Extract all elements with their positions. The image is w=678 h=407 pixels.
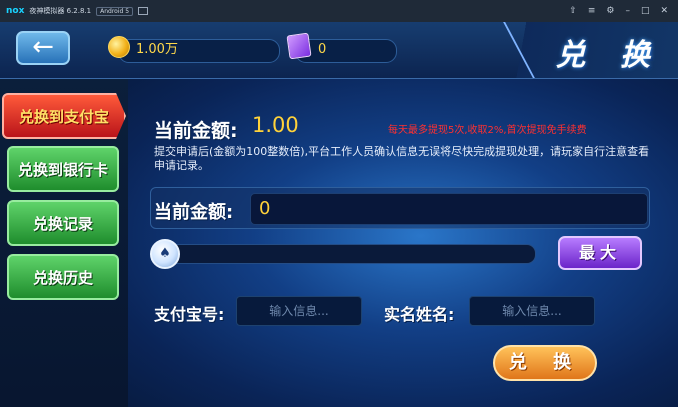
real-name-label: 实名姓名: [384, 305, 455, 324]
gold-coin-icon [108, 36, 130, 58]
title-panel: 兑 换 [508, 22, 678, 78]
amount-input[interactable]: 0 [250, 193, 648, 225]
amount-input-label: 当前金额: [154, 202, 234, 223]
gem-balance: 0 [318, 42, 327, 57]
max-button[interactable]: 最大 [558, 236, 642, 270]
purple-gem-icon [286, 32, 312, 60]
sidebar: 兑换到支付宝 兑换到银行卡 兑换记录 兑换历史 [0, 79, 128, 407]
close-icon[interactable]: ✕ [660, 6, 668, 16]
android-version-tag: Android 5 [96, 6, 134, 16]
sidebar-item-label: 兑换到支付宝 [18, 107, 109, 126]
exchange-submit-button[interactable]: 兑 换 [493, 345, 597, 381]
minimize-icon[interactable]: – [625, 6, 630, 16]
sidebar-item-bank-card[interactable]: 兑换到银行卡 [7, 146, 119, 192]
app-root: nox 夜神模拟器 6.2.8.1 Android 5 ⇧ ≡ ⚙ – □ ✕ … [0, 0, 678, 407]
sidebar-item-label: 兑换历史 [32, 268, 93, 287]
back-arrow-icon: ← [32, 32, 54, 62]
withdraw-info-text: 提交申请后(金额为100整数倍),平台工作人员确认信息无误将尽快完成提现处理，请… [154, 145, 650, 172]
emulator-titlebar: nox 夜神模拟器 6.2.8.1 Android 5 ⇧ ≡ ⚙ – □ ✕ [0, 0, 678, 22]
page-title: 兑 换 [555, 38, 662, 73]
withdraw-notice: 每天最多提现5次,收取2%,首次提现免手续费 [388, 125, 587, 136]
spade-icon: ♠ [159, 246, 171, 261]
emulator-title: 夜神模拟器 6.2.8.1 [29, 7, 92, 15]
real-name-input[interactable]: 输入信息... [469, 296, 595, 326]
settings-icon[interactable]: ⚙ [606, 6, 614, 16]
window-controls: ⇧ ≡ ⚙ – □ ✕ [569, 0, 668, 22]
sidebar-item-alipay[interactable]: 兑换到支付宝 [2, 93, 126, 139]
current-amount-value: 1.00 [252, 113, 299, 137]
window-mode-icon[interactable] [138, 7, 149, 15]
top-bar: ← 1.00万 0 兑 换 [0, 22, 678, 79]
maximize-icon[interactable]: □ [641, 6, 650, 16]
coin-balance: 1.00万 [136, 42, 178, 57]
sidebar-item-records[interactable]: 兑换记录 [7, 200, 119, 246]
alipay-account-label: 支付宝号: [154, 305, 225, 324]
sidebar-item-label: 兑换记录 [32, 214, 93, 233]
menu-icon[interactable]: ≡ [588, 6, 596, 16]
alipay-account-input[interactable]: 输入信息... [236, 296, 362, 326]
amount-slider-handle[interactable]: ♠ [150, 239, 180, 269]
sidebar-item-label: 兑换到银行卡 [17, 160, 108, 179]
sidebar-item-history[interactable]: 兑换历史 [7, 254, 119, 300]
nox-logo: nox [6, 6, 25, 16]
back-button[interactable]: ← [16, 31, 70, 65]
amount-slider-track[interactable] [152, 244, 536, 264]
current-amount-label: 当前金额: [154, 120, 238, 142]
share-icon[interactable]: ⇧ [569, 6, 577, 16]
